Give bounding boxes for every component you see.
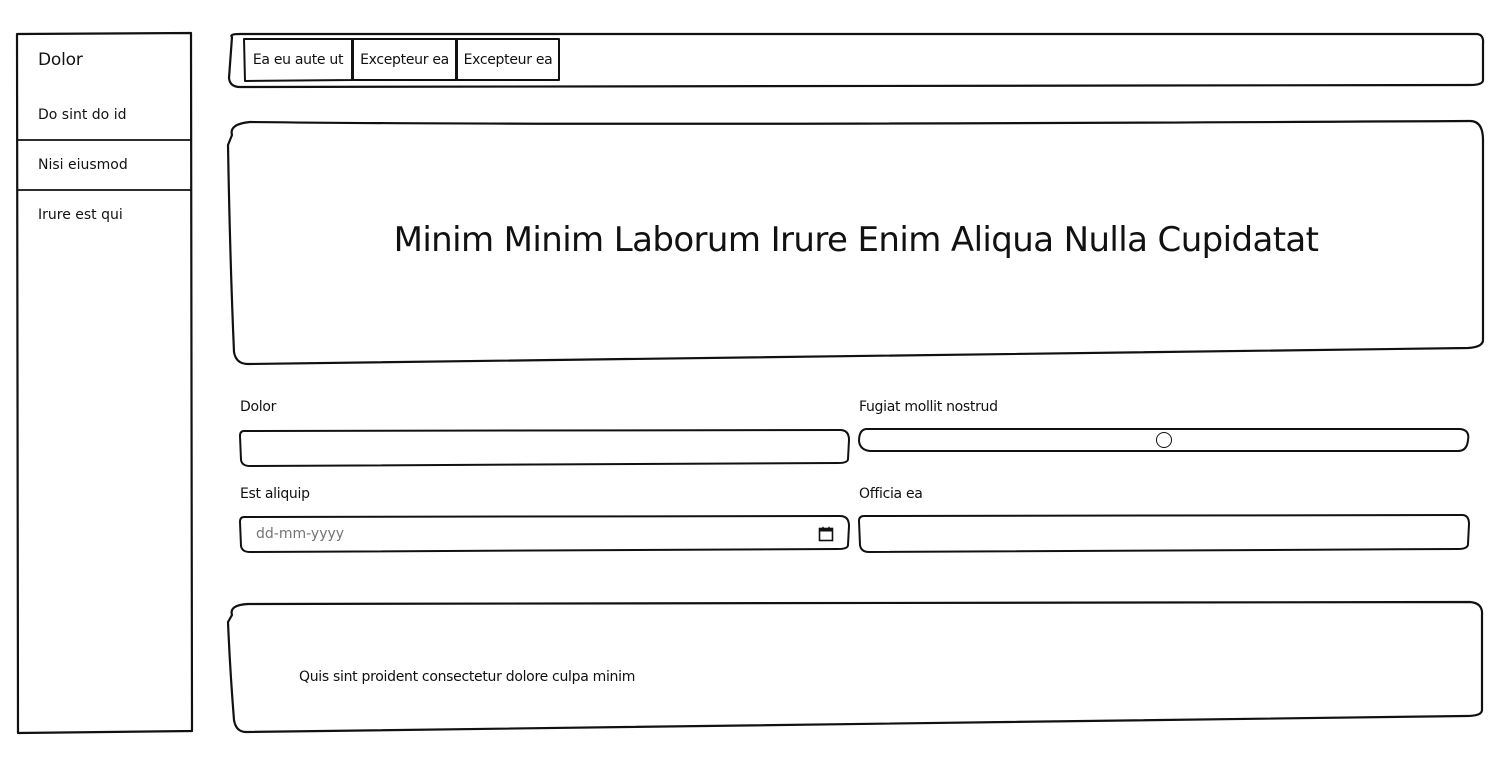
tab-label: Excepteur ea [463,52,553,68]
sidebar-item-label: Do sint do id [38,107,127,123]
dolor-input[interactable] [242,431,846,465]
est-aliquip-date-input[interactable] [242,517,846,551]
tab-label: Excepteur ea [360,52,449,68]
sidebar-item-irure-est-qui[interactable]: Irure est qui [17,190,193,240]
tab-excepteur-ea-2[interactable]: Excepteur ea [457,39,559,81]
officia-ea-input[interactable] [861,517,1466,551]
sidebar: Dolor Do sint do id Nisi eiusmod Irure e… [17,33,193,733]
sidebar-title: Dolor [38,50,83,70]
sketch-outlines [15,31,1485,735]
footer-outline [226,600,1484,734]
hero-title: Minim Minim Laborum Irure Enim Aliqua Nu… [393,220,1319,260]
tab-ea-eu-aute-ut[interactable]: Ea eu aute ut [244,39,352,81]
officia-ea-label: Officia ea [859,486,923,502]
fugiat-mollit-nostrud-slider[interactable] [860,429,1468,451]
sidebar-item-label: Nisi eiusmod [38,157,128,173]
fugiat-mollit-nostrud-label: Fugiat mollit nostrud [859,399,998,415]
tab-excepteur-ea-1[interactable]: Excepteur ea [353,39,456,81]
tab-label: Ea eu aute ut [252,52,344,68]
dolor-label: Dolor [240,399,277,415]
sidebar-item-do-sint-do-id[interactable]: Do sint do id [17,90,193,140]
calendar-icon[interactable] [818,526,834,542]
sidebar-item-label: Irure est qui [38,207,123,223]
sidebar-item-nisi-eiusmod[interactable]: Nisi eiusmod [17,140,193,190]
est-aliquip-label: Est aliquip [240,486,310,502]
slider-thumb[interactable] [1156,432,1172,448]
footer-text: Quis sint proident consectetur dolore cu… [299,669,636,685]
